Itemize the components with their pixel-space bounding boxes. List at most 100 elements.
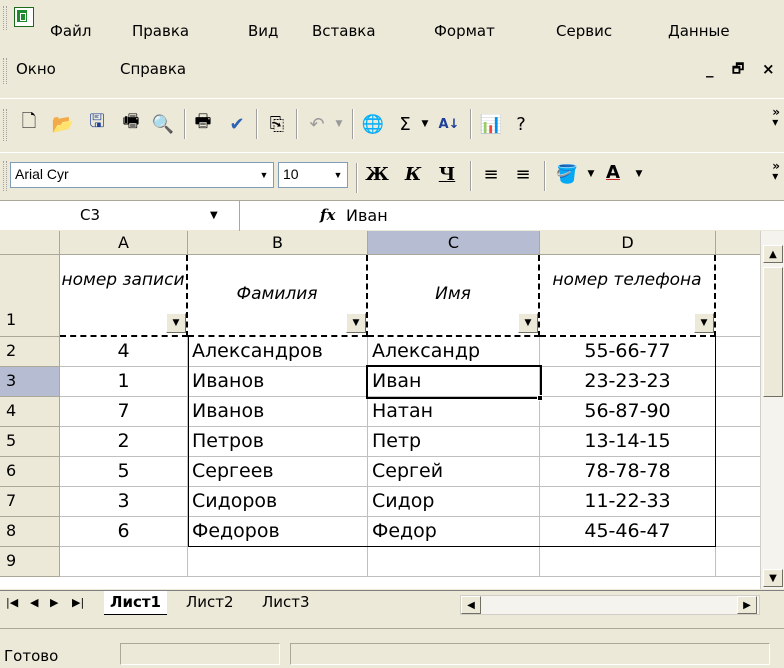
column-header-c[interactable]: C (368, 231, 540, 255)
row-header-3[interactable]: 3 (0, 367, 60, 397)
cell-a3[interactable]: 1 (60, 367, 188, 397)
worksheet-grid[interactable]: A B C D 1 2 3 4 5 6 7 8 9 номер записи Ф… (0, 231, 760, 589)
menu-edit[interactable]: Правка (132, 22, 189, 40)
font-color-icon[interactable]: A (600, 159, 626, 185)
cell-a9[interactable] (60, 547, 188, 577)
cell-d6[interactable]: 78-78-78 (540, 457, 716, 487)
scroll-left-icon[interactable]: ◀ (461, 596, 481, 614)
scroll-down-icon[interactable]: ▼ (763, 569, 783, 587)
cell-c9[interactable] (368, 547, 540, 577)
cell-a7[interactable]: 3 (60, 487, 188, 517)
cell-c3[interactable]: Иван (368, 367, 540, 397)
scroll-right-icon[interactable]: ▶ (737, 596, 757, 614)
excel-app-icon[interactable] (14, 7, 34, 27)
cell-b8[interactable]: Федоров (188, 517, 368, 547)
vertical-scrollbar[interactable]: ▲ ▼ (760, 231, 784, 589)
autosum-dropdown-icon[interactable]: ▼ (412, 111, 438, 137)
cell-d3[interactable]: 23-23-23 (540, 367, 716, 397)
menubar-grip-2[interactable] (3, 58, 7, 84)
cell-b2[interactable]: Александров (188, 337, 368, 367)
tab-sheet1[interactable]: Лист1 (104, 591, 167, 615)
menu-file[interactable]: Файл (50, 22, 91, 40)
minimize-icon[interactable]: _ (706, 60, 714, 78)
autofilter-dropdown-icon[interactable]: ▼ (166, 313, 186, 333)
cell-d2[interactable]: 55-66-77 (540, 337, 716, 367)
spelling-icon[interactable]: ✔ (224, 111, 250, 137)
last-sheet-icon[interactable]: ▶| (72, 596, 84, 609)
cell-a6[interactable]: 5 (60, 457, 188, 487)
cell-e3[interactable] (716, 367, 760, 397)
column-header-e[interactable] (716, 231, 760, 255)
bold-button[interactable]: Ж (364, 161, 390, 187)
header-cell-surname[interactable]: Фамилия (188, 255, 368, 337)
chevron-down-icon[interactable]: ▼ (256, 164, 272, 186)
menu-tools[interactable]: Сервис (556, 22, 612, 40)
cell-c5[interactable]: Петр (368, 427, 540, 457)
prev-sheet-icon[interactable]: ◀ (30, 596, 38, 609)
menu-view[interactable]: Вид (248, 22, 278, 40)
toolbar-grip[interactable] (3, 109, 7, 141)
menu-data[interactable]: Данные (668, 22, 730, 40)
tab-sheet2[interactable]: Лист2 (180, 591, 240, 615)
menu-help[interactable]: Справка (120, 60, 186, 78)
cell-b7[interactable]: Сидоров (188, 487, 368, 517)
toolbar-options-icon[interactable]: » ▾ (772, 160, 780, 182)
row-header-8[interactable]: 8 (0, 517, 60, 547)
select-all-corner[interactable] (0, 231, 60, 255)
fill-handle[interactable] (537, 395, 543, 401)
header-cell-phone[interactable]: номер телефона (540, 255, 716, 337)
cell-e9[interactable] (716, 547, 760, 577)
chart-wizard-icon[interactable]: 📊 (478, 111, 504, 137)
permission-icon[interactable]: 🖷 (118, 111, 144, 137)
close-icon[interactable]: × (762, 60, 775, 78)
column-header-a[interactable]: A (60, 231, 188, 255)
chevron-down-icon[interactable]: ▼ (330, 164, 346, 186)
cell-d7[interactable]: 11-22-33 (540, 487, 716, 517)
scroll-thumb[interactable] (763, 267, 783, 397)
cell-a2[interactable]: 4 (60, 337, 188, 367)
cell-b9[interactable] (188, 547, 368, 577)
toolbar-options-icon[interactable]: » ▾ (772, 106, 780, 128)
cell-d9[interactable] (540, 547, 716, 577)
cell-b3[interactable]: Иванов (188, 367, 368, 397)
cell-e6[interactable] (716, 457, 760, 487)
align-center-icon[interactable]: ≡ (510, 161, 536, 187)
first-sheet-icon[interactable]: |◀ (6, 596, 18, 609)
cell-e1[interactable] (716, 255, 760, 337)
row-header-4[interactable]: 4 (0, 397, 60, 427)
row-header-2[interactable]: 2 (0, 337, 60, 367)
menu-format[interactable]: Формат (434, 22, 495, 40)
underline-button[interactable]: Ч (434, 161, 460, 187)
hyperlink-icon[interactable]: 🌐 (360, 111, 386, 137)
formula-input[interactable]: Иван (346, 206, 388, 225)
autofilter-dropdown-icon[interactable]: ▼ (694, 313, 714, 333)
chevron-down-icon[interactable]: ▼ (210, 210, 218, 221)
toolbar-grip[interactable] (3, 161, 7, 191)
row-header-7[interactable]: 7 (0, 487, 60, 517)
cell-e4[interactable] (716, 397, 760, 427)
cell-b5[interactable]: Петров (188, 427, 368, 457)
font-color-dropdown-icon[interactable]: ▼ (626, 161, 652, 187)
autofilter-dropdown-icon[interactable]: ▼ (518, 313, 538, 333)
help-icon[interactable]: ? (508, 111, 534, 137)
cell-c2[interactable]: Александр (368, 337, 540, 367)
cell-c7[interactable]: Сидор (368, 487, 540, 517)
align-left-icon[interactable]: ≡ (478, 161, 504, 187)
print-icon[interactable]: 🖶 (190, 111, 216, 137)
cell-c8[interactable]: Федор (368, 517, 540, 547)
italic-button[interactable]: К (400, 161, 426, 187)
restore-icon[interactable]: 🗗 (732, 60, 744, 82)
cell-e7[interactable] (716, 487, 760, 517)
tab-sheet3[interactable]: Лист3 (256, 591, 316, 615)
font-name-combo[interactable]: Arial Cyr ▼ (10, 162, 274, 188)
menu-window[interactable]: Окно (16, 60, 56, 78)
menubar-grip[interactable] (3, 6, 7, 30)
insert-function-icon[interactable]: fx (320, 206, 335, 224)
cell-c6[interactable]: Сергей (368, 457, 540, 487)
scroll-up-icon[interactable]: ▲ (763, 245, 783, 263)
open-folder-icon[interactable]: 📂 (50, 111, 76, 137)
cell-b6[interactable]: Сергеев (188, 457, 368, 487)
next-sheet-icon[interactable]: ▶ (50, 596, 58, 609)
cell-d8[interactable]: 45-46-47 (540, 517, 716, 547)
cell-a4[interactable]: 7 (60, 397, 188, 427)
